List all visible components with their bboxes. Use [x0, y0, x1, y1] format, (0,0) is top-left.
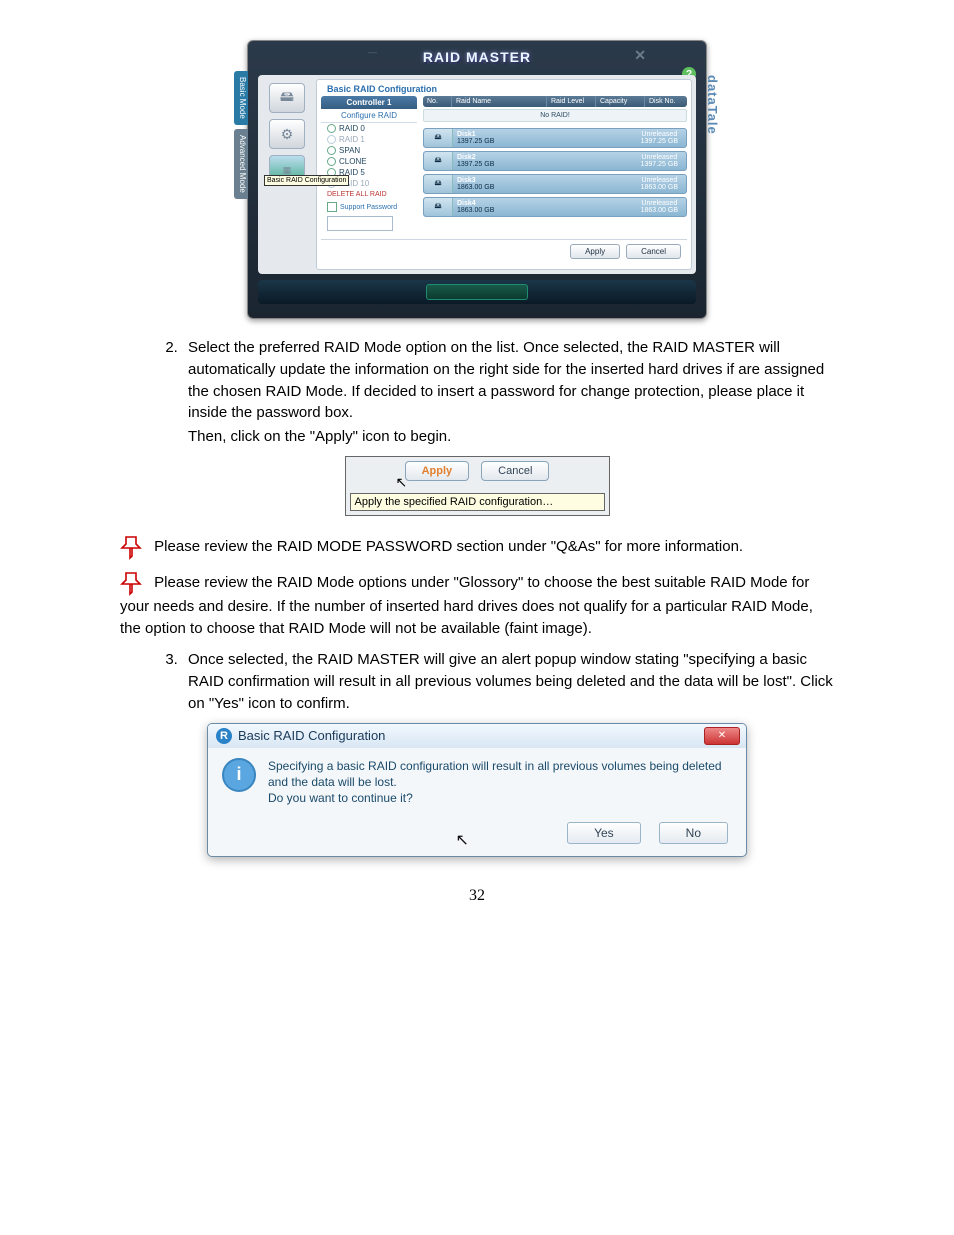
- support-password-label: Support Password: [340, 204, 397, 211]
- step-3: Once selected, the RAID MASTER will give…: [182, 649, 834, 714]
- no-raid-row: No RAID!: [423, 109, 687, 122]
- app-window: — ✕ ? RAID MASTER Basic Mode Advanced Mo…: [247, 40, 707, 319]
- minimize-icon: —: [368, 47, 377, 57]
- nav-icon-raid[interactable]: ▦ Basic RAID Configuration: [269, 155, 305, 185]
- nav-icon-config[interactable]: ⚙: [269, 119, 305, 149]
- app-badge-icon: R: [216, 728, 232, 744]
- hdd-icon: 🖴: [424, 129, 453, 147]
- configure-raid-label[interactable]: Configure RAID: [321, 109, 417, 123]
- nav-icon-device[interactable]: 🖴: [269, 83, 305, 113]
- app-title: RAID MASTER: [423, 49, 531, 65]
- support-password-checkbox[interactable]: [327, 202, 337, 212]
- clone-option[interactable]: CLONE: [321, 156, 417, 167]
- disk-row: 🖴 Disk31863.00 GB Unreleased1863.00 GB: [423, 174, 687, 194]
- controller-tree: Controller 1 Configure RAID RAID 0 RAID …: [321, 96, 417, 233]
- disk-row: 🖴 Disk11397.25 GB Unreleased1397.25 GB: [423, 128, 687, 148]
- disk-row: 🖴 Disk41863.00 GB Unreleased1863.00 GB: [423, 197, 687, 217]
- apply-tooltip: Apply the specified RAID configuration…: [350, 493, 605, 511]
- bottom-strip: [258, 280, 696, 304]
- step-2: Select the preferred RAID Mode option on…: [182, 337, 834, 448]
- raid-master-screenshot: — ✕ ? RAID MASTER Basic Mode Advanced Mo…: [247, 40, 707, 319]
- cursor-icon: ↖: [455, 830, 468, 850]
- note-2: Please review the RAID Mode options unde…: [120, 570, 834, 640]
- close-icon: ✕: [634, 47, 646, 64]
- raid1-option: RAID 1: [321, 134, 417, 145]
- dialog-message: Specifying a basic RAID configuration wi…: [268, 758, 732, 807]
- page-number: 32: [120, 887, 834, 905]
- apply-button[interactable]: Apply: [570, 244, 620, 259]
- raid0-option[interactable]: RAID 0: [321, 123, 417, 134]
- dialog-title: Basic RAID Configuration: [238, 728, 385, 743]
- cancel-button[interactable]: Cancel: [626, 244, 681, 259]
- confirm-dialog: R Basic RAID Configuration ✕ i Specifyin…: [207, 723, 747, 858]
- tab-advanced-mode[interactable]: Advanced Mode: [234, 129, 248, 199]
- pushpin-icon: [120, 534, 148, 560]
- note-1: Please review the RAID MODE PASSWORD sec…: [120, 534, 834, 560]
- controller-header: Controller 1: [321, 96, 417, 109]
- yes-button[interactable]: Yes: [567, 822, 641, 844]
- cancel-button[interactable]: Cancel: [481, 461, 549, 481]
- apply-button[interactable]: Apply: [405, 461, 470, 481]
- hdd-icon: 🖴: [424, 198, 453, 216]
- raid-table-header: No. Raid Name Raid Level Capacity Disk N…: [423, 96, 687, 107]
- cursor-icon: ↖: [396, 474, 408, 491]
- apply-snippet: Apply Cancel ↖ Apply the specified RAID …: [345, 456, 610, 516]
- pushpin-icon: [120, 570, 148, 596]
- support-password-input[interactable]: [327, 216, 393, 231]
- tab-basic-mode[interactable]: Basic Mode: [234, 71, 248, 125]
- disk-row: 🖴 Disk21397.25 GB Unreleased1397.25 GB: [423, 151, 687, 171]
- info-icon: i: [222, 758, 256, 792]
- delete-all-raid[interactable]: DELETE ALL RAID: [321, 189, 417, 200]
- no-button[interactable]: No: [659, 822, 728, 844]
- brand-label: dataTale: [705, 75, 720, 135]
- hdd-icon: 🖴: [424, 152, 453, 170]
- hdd-icon: 🖴: [424, 175, 453, 193]
- close-icon[interactable]: ✕: [704, 727, 740, 745]
- nav-tooltip: Basic RAID Configuration: [264, 175, 349, 186]
- panel-title: Basic RAID Configuration: [321, 82, 687, 96]
- span-option[interactable]: SPAN: [321, 145, 417, 156]
